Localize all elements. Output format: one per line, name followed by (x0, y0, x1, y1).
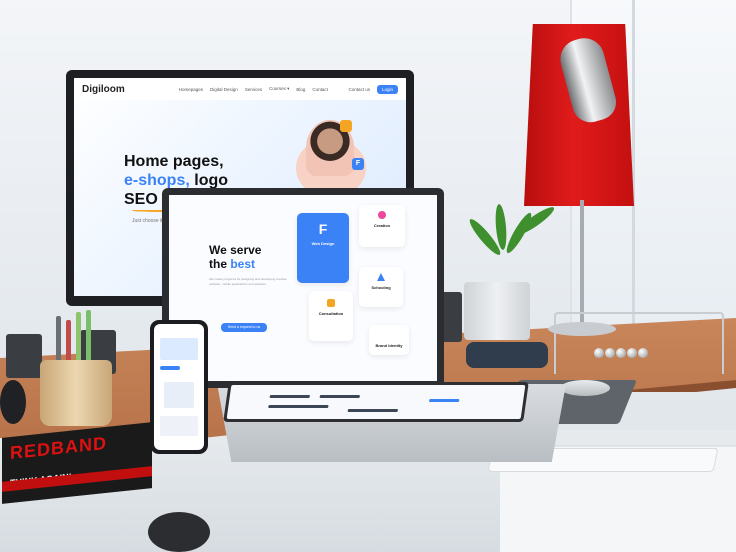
card-schooling[interactable]: Schooling (359, 267, 403, 307)
card-title: Schooling (371, 285, 391, 290)
magazine-title: REDBAND (10, 432, 107, 464)
tablet-content-row (268, 405, 329, 408)
phone-hero-block (160, 338, 198, 360)
phone-content-block (160, 416, 198, 436)
creation-icon (378, 211, 386, 219)
hero-title-line-1: Home pages, (124, 153, 224, 170)
site-logo[interactable]: Digiloom (82, 84, 125, 95)
web-design-icon: F (318, 221, 328, 237)
card-creation[interactable]: Creation (359, 205, 405, 247)
phone-screen (154, 324, 204, 450)
tablet-content-row (347, 409, 399, 412)
laptop-screen: We serve the best We create programs for… (169, 195, 437, 381)
card-web-design[interactable]: F Web Design (297, 213, 349, 283)
computer-mouse (560, 380, 610, 396)
hero-accent-text: e-shops, (124, 172, 190, 189)
cradle-ball (605, 348, 615, 358)
hero-subtitle: Just choose it! (132, 218, 164, 224)
left-speaker (6, 334, 42, 378)
card-title: Web Design (311, 241, 335, 246)
card-title: Creation (373, 223, 391, 228)
hero-logo-text: logo (189, 172, 229, 189)
newtons-cradle (554, 312, 724, 374)
phone-person-block (164, 382, 194, 408)
card-title: Brand Identity (375, 343, 403, 348)
consultation-icon (327, 299, 335, 307)
card-title: Consultation (318, 311, 344, 316)
nav-item-services[interactable]: Services (245, 87, 262, 92)
router (466, 342, 548, 368)
laptop-heading-line-2: the best (209, 257, 255, 271)
nav-contact-us[interactable]: Contact us (348, 87, 370, 92)
laptop-heading-the: the (209, 257, 231, 271)
dark-bowl (0, 380, 26, 424)
tablet-content-row (429, 399, 460, 402)
phone-button (160, 366, 180, 370)
workspace-scene: Digiloom Homepages Digital Design Servic… (0, 0, 736, 552)
cradle-ball (616, 348, 626, 358)
login-button[interactable]: Login (376, 84, 398, 94)
nav-item-homepages[interactable]: Homepages (179, 87, 203, 92)
schooling-icon (377, 273, 385, 281)
cradle-ball (594, 348, 604, 358)
plant-pot (464, 282, 530, 340)
nav-item-contact[interactable]: Contact (312, 87, 328, 92)
nav-item-courses[interactable]: Courses ▾ (269, 86, 289, 92)
cradle-ball (638, 348, 648, 358)
laptop-heading-best: best (230, 257, 256, 271)
website-nav: Digiloom Homepages Digital Design Servic… (74, 78, 406, 100)
tablet-screen (226, 385, 526, 419)
send-request-button[interactable]: Send a request to us (221, 323, 267, 332)
tablet-on-laptop (223, 382, 529, 422)
card-brand-identity[interactable]: Brand Identity (369, 325, 409, 355)
chart-badge-icon (340, 120, 352, 132)
laptop-heading-line-1: We serve (209, 243, 262, 257)
laptop-paragraph: We create programs for designing and dev… (209, 277, 287, 286)
card-consultation[interactable]: Consultation (309, 291, 353, 341)
watch (148, 512, 210, 552)
cradle-ball (627, 348, 637, 358)
smartphone (150, 320, 208, 454)
pencil-cup (40, 360, 112, 426)
nav-item-digital-design[interactable]: Digital Design (210, 87, 238, 92)
nav-item-blog[interactable]: Blog (296, 87, 305, 92)
lamp-pole (580, 200, 584, 326)
tablet-content-row (269, 395, 310, 398)
tablet-content-row (319, 395, 360, 398)
f-badge-icon: F (352, 158, 364, 170)
